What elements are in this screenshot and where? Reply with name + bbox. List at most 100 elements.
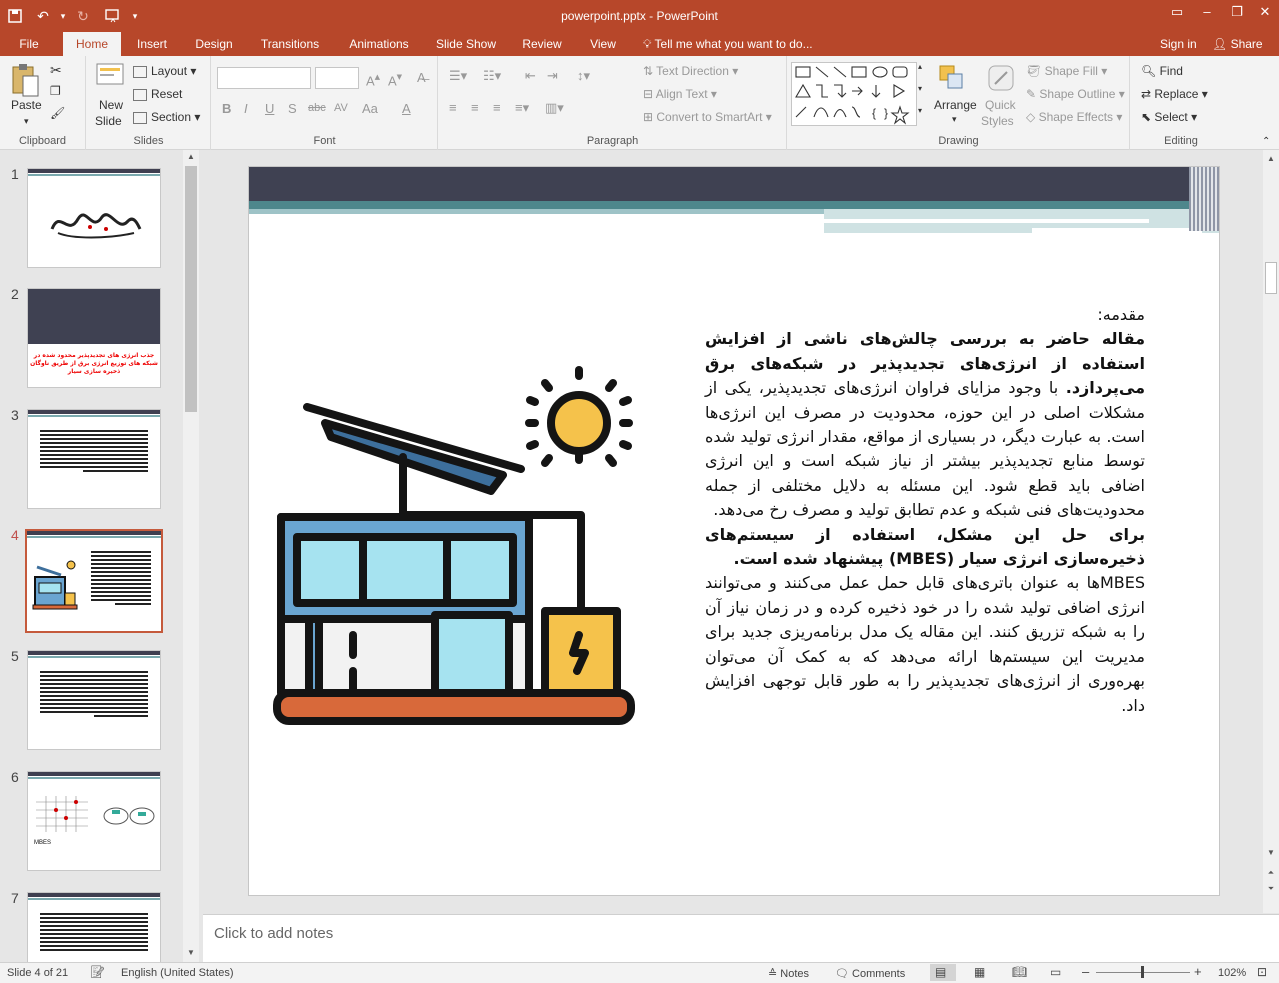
close-icon[interactable]: ✕ <box>1250 4 1279 24</box>
previous-slide-icon[interactable]: ⏶ <box>1263 866 1279 880</box>
slide-thumbnail-7[interactable] <box>27 892 161 962</box>
tab-home[interactable]: Home <box>63 32 121 56</box>
bold-button[interactable]: B <box>222 101 231 116</box>
scroll-up-icon[interactable]: ▲ <box>1263 152 1279 166</box>
next-slide-icon[interactable]: ⏷ <box>1263 882 1279 896</box>
tell-me-input[interactable]: 💡︎ Tell me what you want to do... <box>643 32 813 56</box>
zoom-slider-thumb[interactable] <box>1141 966 1144 978</box>
shapes-scroll-down-icon[interactable]: ▾ <box>918 84 922 93</box>
quick-styles-icon[interactable] <box>987 64 1015 94</box>
shadow-button[interactable]: S <box>288 101 297 116</box>
scroll-down-icon[interactable]: ▼ <box>1263 846 1279 860</box>
collapse-ribbon-icon[interactable]: ⌃ <box>1262 136 1270 147</box>
underline-button[interactable]: U <box>265 101 274 116</box>
zoom-level[interactable]: 102% <box>1218 967 1246 979</box>
spellcheck-icon[interactable]: 📝︎ <box>90 965 105 979</box>
tab-slideshow[interactable]: Slide Show <box>427 32 505 56</box>
new-slide-label-1[interactable]: New <box>99 98 123 112</box>
slide-vertical-scrollbar[interactable]: ▲ ▼ ⏶ ⏷ <box>1263 150 1279 913</box>
bullets-icon[interactable]: ☰▾ <box>449 68 467 84</box>
shape-fill-button[interactable]: 🪣︎ Shape Fill ▾ <box>1026 64 1107 78</box>
paste-dropdown-icon[interactable]: ▾ <box>24 116 29 127</box>
format-painter-icon[interactable]: 🖌︎ <box>50 106 65 120</box>
notes-toggle[interactable]: ≙ Notes <box>768 967 809 980</box>
slide-thumbnail-4[interactable] <box>25 529 163 633</box>
slide-thumbnail-1[interactable] <box>27 168 161 268</box>
share-button[interactable]: 👤︎ Share <box>1212 32 1263 56</box>
scroll-thumb[interactable] <box>1265 262 1277 294</box>
tab-design[interactable]: Design <box>186 32 242 56</box>
shape-outline-button[interactable]: ✎ Shape Outline ▾ <box>1026 87 1125 101</box>
align-right-icon[interactable]: ≡ <box>493 100 501 115</box>
slideshow-view-icon[interactable]: ▭ <box>1050 965 1061 979</box>
align-text-button[interactable]: ⊟ Align Text ▾ <box>643 87 717 101</box>
sign-in-link[interactable]: Sign in <box>1160 32 1197 56</box>
align-center-icon[interactable]: ≡ <box>471 100 479 115</box>
tab-review[interactable]: Review <box>513 32 571 56</box>
shapes-more-icon[interactable]: ▾ <box>918 106 922 115</box>
slide-body-text[interactable]: مقدمه: مقاله حاضر به بررسی چالش‌های ناشی… <box>705 303 1145 718</box>
clear-formatting-icon[interactable]: A̶ <box>417 70 426 85</box>
arrange-icon[interactable] <box>938 64 966 94</box>
font-name-input[interactable] <box>217 67 311 89</box>
tab-insert[interactable]: Insert <box>127 32 177 56</box>
columns-icon[interactable]: ▥▾ <box>545 100 564 116</box>
section-button[interactable]: Section ▾ <box>133 110 200 124</box>
ribbon-display-icon[interactable]: ▭ <box>1162 4 1192 24</box>
font-color-button[interactable]: A <box>402 101 411 116</box>
decrease-indent-icon[interactable]: ⇤ <box>525 68 536 84</box>
thumbnail-scroll-thumb[interactable] <box>185 166 197 412</box>
new-slide-label-2[interactable]: Slide <box>95 114 122 128</box>
paste-icon[interactable] <box>10 62 40 98</box>
select-button[interactable]: ⬉ Select ▾ <box>1141 110 1197 124</box>
paste-button[interactable]: Paste <box>11 98 42 112</box>
font-size-input[interactable] <box>315 67 359 89</box>
shrink-font-icon[interactable]: A▾ <box>388 70 402 88</box>
shape-effects-button[interactable]: ◇ Shape Effects ▾ <box>1026 110 1122 124</box>
quick-styles-label-2[interactable]: Styles <box>981 114 1014 128</box>
minimize-icon[interactable]: – <box>1192 4 1222 24</box>
increase-indent-icon[interactable]: ⇥ <box>547 68 558 84</box>
slide-thumbnail-3[interactable] <box>27 409 161 509</box>
notes-pane[interactable]: Click to add notes <box>203 914 1279 962</box>
slide-sorter-icon[interactable]: ▦ <box>974 965 985 979</box>
tab-animations[interactable]: Animations <box>339 32 419 56</box>
language-indicator[interactable]: English (United States) <box>121 967 234 979</box>
thumbnail-scrollbar[interactable]: ▲ ▼ <box>183 150 199 962</box>
quick-styles-label-1[interactable]: Quick <box>985 98 1016 112</box>
comments-toggle[interactable]: 🗨︎ Comments <box>835 967 905 980</box>
italic-button[interactable]: I <box>244 101 248 116</box>
cut-icon[interactable]: ✂ <box>50 62 62 79</box>
slide-thumbnail-5[interactable] <box>27 650 161 750</box>
line-spacing-icon[interactable]: ↕▾ <box>577 68 590 84</box>
replace-button[interactable]: ⇄ Replace ▾ <box>1141 87 1208 101</box>
fit-slide-icon[interactable]: ⊡ <box>1257 965 1267 979</box>
tab-view[interactable]: View <box>580 32 626 56</box>
shapes-gallery[interactable]: {} <box>791 62 917 126</box>
grow-font-icon[interactable]: A▴ <box>366 70 380 88</box>
reading-view-icon[interactable]: 📖︎ <box>1012 965 1027 979</box>
zoom-out-icon[interactable]: – <box>1082 964 1089 979</box>
character-spacing-button[interactable]: AV <box>334 102 348 114</box>
text-direction-button[interactable]: ⇅ Text Direction ▾ <box>643 64 738 78</box>
align-left-icon[interactable]: ≡ <box>449 100 457 115</box>
strikethrough-button[interactable]: abc <box>308 102 326 114</box>
new-slide-icon[interactable] <box>95 60 125 94</box>
restore-icon[interactable]: ❐ <box>1222 4 1252 24</box>
numbering-icon[interactable]: ☷▾ <box>483 68 501 84</box>
layout-button[interactable]: Layout ▾ <box>133 64 196 78</box>
slide-thumbnail-6[interactable]: MBES <box>27 771 161 871</box>
convert-smartart-button[interactable]: ⊞ Convert to SmartArt ▾ <box>643 110 772 124</box>
justify-icon[interactable]: ≡▾ <box>515 100 529 116</box>
slide-thumbnail-2[interactable]: جذب انرژی های تجدیدپذیر محدود شده در شبک… <box>27 288 161 388</box>
change-case-button[interactable]: Aa <box>362 101 378 116</box>
reset-button[interactable]: Reset <box>133 87 182 101</box>
current-slide[interactable]: مقدمه: مقاله حاضر به بررسی چالش‌های ناشی… <box>248 166 1220 896</box>
zoom-in-icon[interactable]: + <box>1194 964 1202 979</box>
tab-transitions[interactable]: Transitions <box>252 32 328 56</box>
thumb-scroll-up-icon[interactable]: ▲ <box>183 150 199 164</box>
shapes-scroll-up-icon[interactable]: ▴ <box>918 62 922 71</box>
arrange-dropdown-icon[interactable]: ▾ <box>952 114 957 125</box>
thumb-scroll-down-icon[interactable]: ▼ <box>183 946 199 960</box>
copy-icon[interactable]: ❐ <box>50 84 61 98</box>
